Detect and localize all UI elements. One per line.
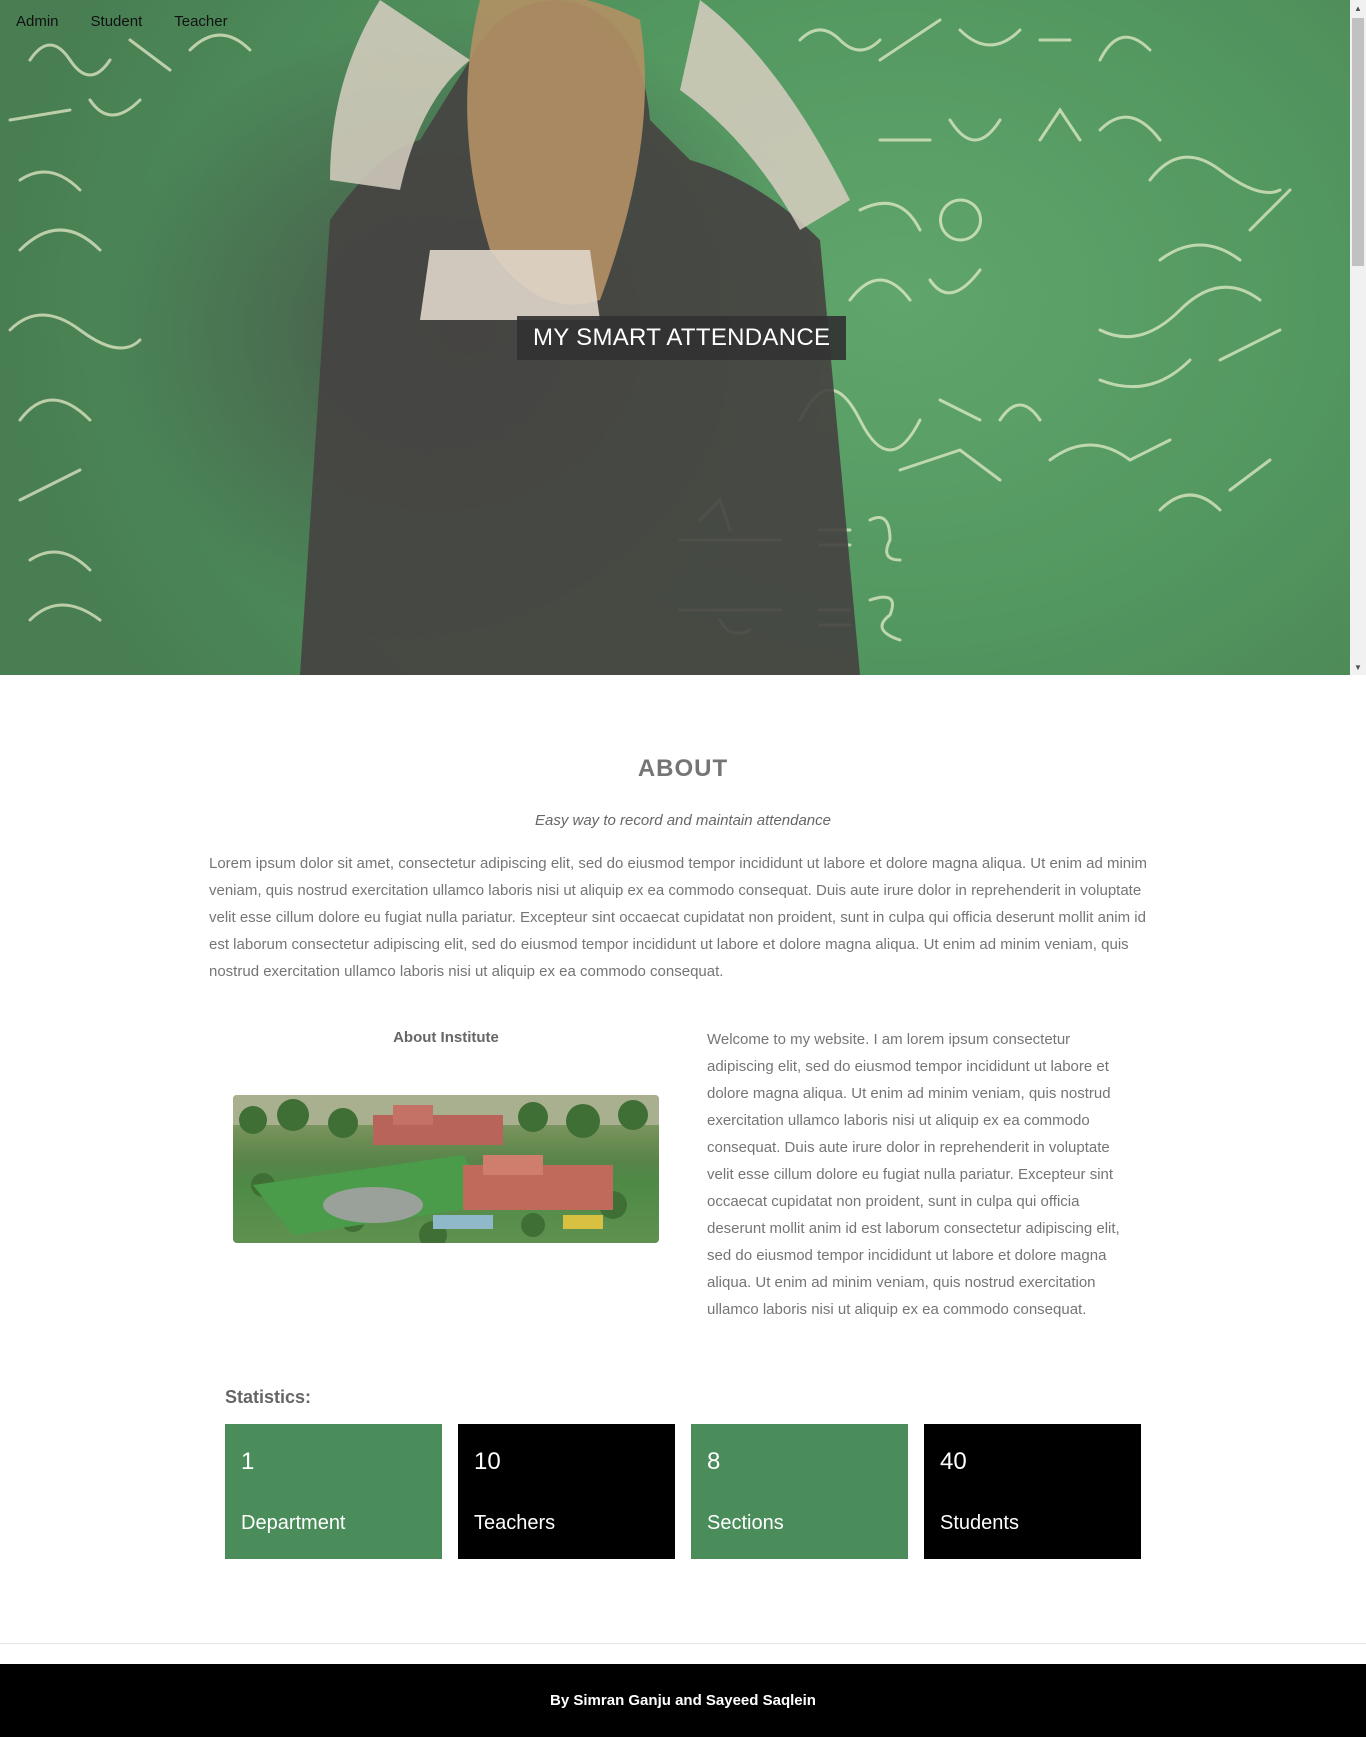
nav-link-teacher[interactable]: Teacher (174, 13, 227, 30)
stat-value: 10 (474, 1448, 501, 1475)
stat-card-sections: 8 Sections (691, 1424, 908, 1559)
nav-link-student[interactable]: Student (91, 13, 143, 30)
nav-link-admin[interactable]: Admin (16, 13, 59, 30)
stat-value: 40 (940, 1448, 967, 1475)
about-text: Lorem ipsum dolor sit amet, consectetur … (209, 855, 1147, 980)
footer-divider (0, 1643, 1366, 1644)
campus-photo (233, 1095, 659, 1243)
institute-heading: About Institute (393, 1029, 499, 1046)
top-nav: Admin Student Teacher (0, 0, 260, 42)
welcome-text: Welcome to my website. I am lorem ipsum … (707, 1031, 1120, 1318)
stat-card-teachers: 10 Teachers (458, 1424, 675, 1559)
stat-label: Department (241, 1512, 346, 1534)
hero-title: MY SMART ATTENDANCE (517, 316, 847, 360)
about-heading: ABOUT (637, 755, 729, 782)
hero-banner: Admin Student Teacher MY SMART ATTENDANC… (0, 0, 1350, 675)
stat-value: 8 (707, 1448, 721, 1475)
scroll-down-arrow-icon[interactable]: ▼ (1350, 659, 1366, 675)
footer: By Simran Ganju and Sayeed Saqlein (0, 1664, 1366, 1737)
stat-value: 1 (241, 1448, 255, 1475)
statistics-heading: Statistics: (225, 1387, 312, 1407)
stat-label: Students (940, 1512, 1019, 1534)
about-tagline: Easy way to record and maintain attendan… (534, 812, 831, 829)
footer-credit: By Simran Ganju and Sayeed Saqlein (550, 1692, 816, 1709)
stat-card-students: 40 Students (924, 1424, 1141, 1559)
stat-label: Teachers (474, 1512, 556, 1534)
stat-card-department: 1 Department (225, 1424, 442, 1559)
scroll-up-arrow-icon[interactable]: ▲ (1350, 0, 1366, 16)
vertical-scrollbar[interactable]: ▲ ▼ (1350, 0, 1366, 675)
scroll-thumb[interactable] (1352, 18, 1364, 266)
stat-label: Sections (707, 1512, 784, 1534)
